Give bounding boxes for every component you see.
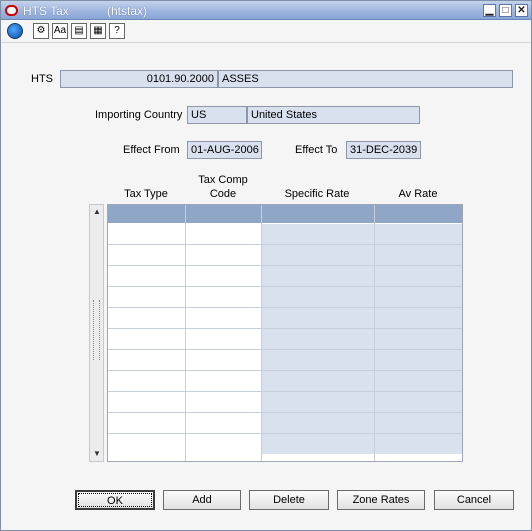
table-row[interactable] — [108, 224, 462, 245]
country-name-field[interactable]: United States — [247, 106, 420, 124]
effect-to-field[interactable]: 31-DEC-2039 — [346, 141, 421, 159]
table-row[interactable] — [108, 413, 462, 434]
toolbar: ⚙ Aa ▤ ▦ ? — [1, 21, 531, 43]
add-button[interactable]: Add — [163, 490, 241, 510]
scroll-up-icon[interactable]: ▲ — [92, 206, 102, 218]
delete-button[interactable]: Delete — [249, 490, 329, 510]
table-row[interactable] — [108, 308, 462, 329]
table-row[interactable] — [108, 392, 462, 413]
table-row[interactable] — [108, 434, 462, 455]
hts-code-field[interactable]: 0101.90.2000 — [60, 70, 218, 88]
tax-grid — [107, 204, 463, 462]
zone-rates-button[interactable]: Zone Rates — [337, 490, 425, 510]
col-header-code: Code — [209, 188, 237, 200]
col-header-tax-comp: Tax Comp — [198, 174, 248, 186]
table-row[interactable] — [108, 329, 462, 350]
column-divider — [261, 205, 262, 461]
close-button[interactable]: ✕ — [515, 4, 528, 17]
effect-to-label: Effect To — [295, 144, 338, 156]
maximize-button[interactable]: □ — [499, 4, 512, 17]
column-divider — [374, 205, 375, 461]
hts-label: HTS — [31, 73, 53, 85]
grid-scrollbar[interactable]: ▲ ▼ — [89, 204, 104, 462]
window-title: HTS Tax — [23, 4, 69, 18]
cancel-button[interactable]: Cancel — [434, 490, 514, 510]
country-code-field[interactable]: US — [187, 106, 247, 124]
table-row[interactable] — [108, 350, 462, 371]
oracle-logo-icon — [5, 5, 18, 16]
col-header-specific-rate: Specific Rate — [284, 188, 350, 200]
print-icon[interactable]: ▦ — [90, 23, 106, 39]
table-row[interactable] — [108, 371, 462, 392]
table-row[interactable] — [108, 245, 462, 266]
font-icon[interactable]: Aa — [52, 23, 68, 39]
hts-description-field[interactable]: ASSES — [218, 70, 513, 88]
scroll-down-icon[interactable]: ▼ — [92, 448, 102, 460]
effect-from-label: Effect From — [123, 144, 180, 156]
effect-from-field[interactable]: 01-AUG-2006 — [187, 141, 262, 159]
importing-country-label: Importing Country — [95, 109, 183, 121]
scroll-thumb[interactable] — [93, 300, 100, 360]
options-icon[interactable]: ⚙ — [33, 23, 49, 39]
col-header-tax-type: Tax Type — [124, 188, 168, 200]
hts-tax-window: HTS Tax (htstax) ▁ □ ✕ ⚙ Aa ▤ ▦ ? HTS 01… — [0, 0, 532, 531]
column-divider — [185, 205, 186, 461]
table-row[interactable] — [108, 287, 462, 308]
minimize-button[interactable]: ▁ — [483, 4, 496, 17]
help-icon[interactable]: ? — [109, 23, 125, 39]
form-name: (htstax) — [107, 4, 148, 18]
table-row[interactable] — [108, 266, 462, 287]
globe-icon[interactable] — [7, 23, 23, 39]
list-icon[interactable]: ▤ — [71, 23, 87, 39]
ok-button[interactable]: OK — [75, 490, 155, 510]
grid-header-row[interactable] — [108, 205, 462, 223]
title-bar: HTS Tax (htstax) ▁ □ ✕ — [1, 1, 531, 20]
col-header-av-rate: Av Rate — [398, 188, 438, 200]
